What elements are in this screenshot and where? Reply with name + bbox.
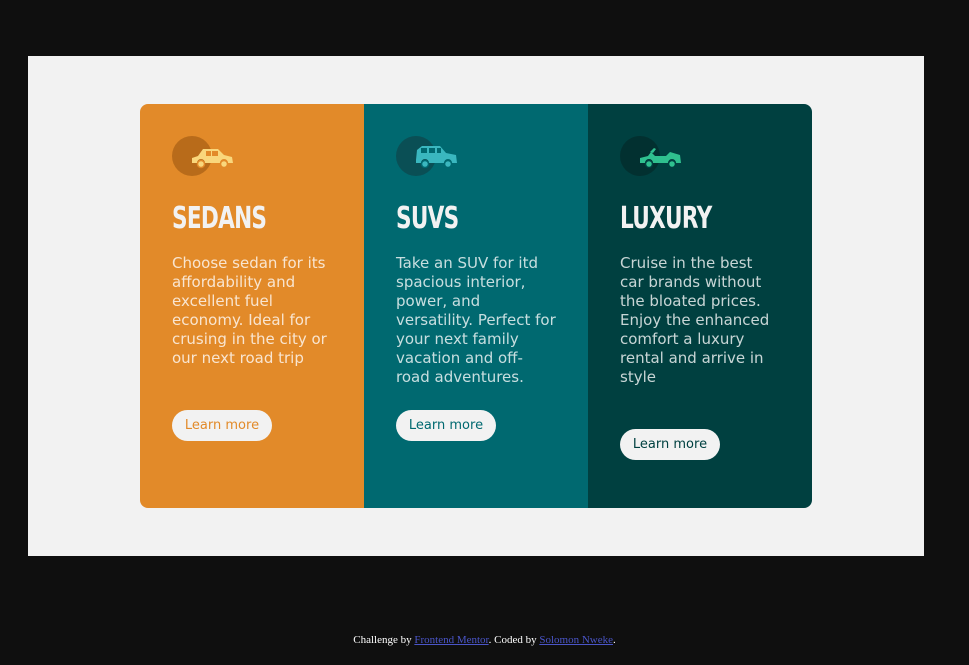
content-panel: Sedans Choose sedan for its affordabilit… bbox=[28, 56, 924, 556]
footer-middle: . Coded by bbox=[488, 634, 540, 646]
sedan-car-icon bbox=[172, 136, 242, 176]
card-description: Cruise in the best car brands without th… bbox=[620, 254, 770, 386]
footer-prefix: Challenge by bbox=[353, 634, 415, 646]
footer-suffix: . bbox=[612, 634, 616, 646]
learn-more-button-suvs[interactable]: Learn more bbox=[396, 410, 496, 441]
suv-car-icon bbox=[396, 136, 466, 176]
card-title: Sedans bbox=[172, 201, 267, 236]
card-title: Luxury bbox=[620, 201, 712, 236]
card-description: Take an SUV for itd spacious interior, p… bbox=[396, 254, 556, 386]
card-description: Choose sedan for its affordability and e… bbox=[172, 254, 327, 367]
card-title: SUVs bbox=[396, 201, 459, 236]
author-link[interactable]: Solomon Nweke bbox=[539, 634, 613, 646]
card-suvs: SUVs Take an SUV for itd spacious interi… bbox=[364, 104, 588, 508]
attribution-footer: Challenge by Frontend Mentor. Coded by S… bbox=[0, 634, 969, 646]
learn-more-button-sedans[interactable]: Learn more bbox=[172, 410, 272, 441]
learn-more-button-luxury[interactable]: Learn more bbox=[620, 429, 720, 460]
car-cards: Sedans Choose sedan for its affordabilit… bbox=[140, 104, 812, 508]
frontend-mentor-link[interactable]: Frontend Mentor bbox=[414, 634, 488, 646]
convertible-car-icon bbox=[620, 136, 690, 176]
card-luxury: Luxury Cruise in the best car brands wit… bbox=[588, 104, 812, 508]
card-sedans: Sedans Choose sedan for its affordabilit… bbox=[140, 104, 364, 508]
